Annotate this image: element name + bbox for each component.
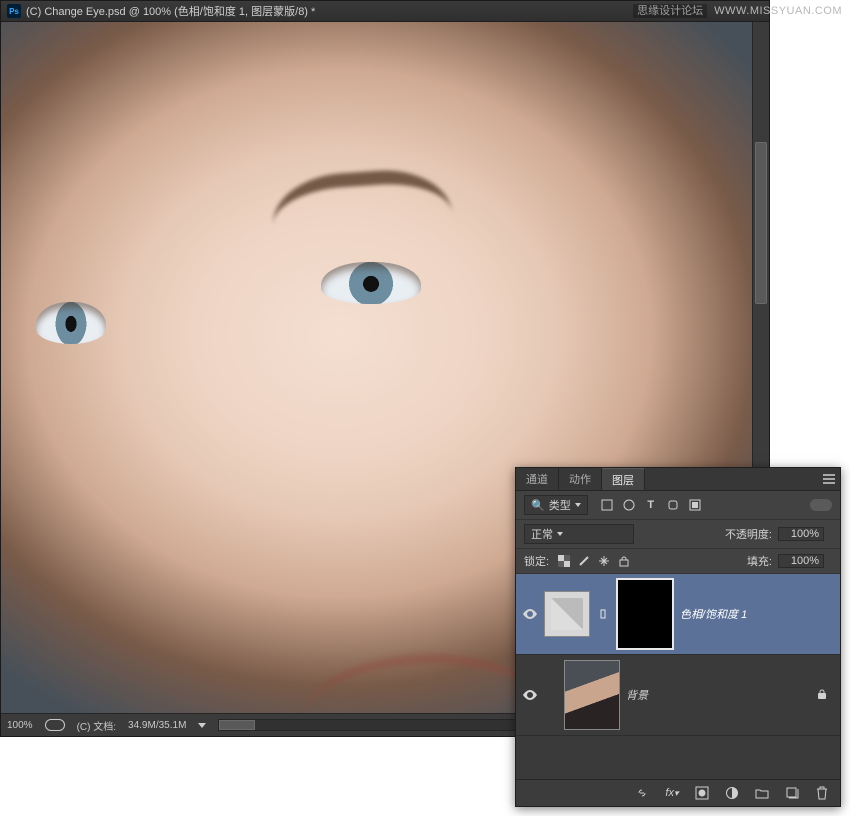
tab-layers[interactable]: 图层 xyxy=(602,468,645,490)
filter-smart-icon[interactable] xyxy=(688,498,702,512)
panel-menu-icon xyxy=(823,474,835,484)
chevron-down-icon xyxy=(557,532,563,536)
layer-row-hue-saturation[interactable]: 色相/饱和度 1 xyxy=(516,574,840,655)
visibility-toggle[interactable] xyxy=(522,687,538,703)
lock-all-icon[interactable] xyxy=(617,554,631,568)
visibility-toggle[interactable] xyxy=(522,606,538,622)
adjustment-thumb[interactable] xyxy=(544,591,590,637)
status-doc-sizes: 34.9M/35.1M xyxy=(128,720,186,731)
layer-filter-kind[interactable]: 🔍 类型 xyxy=(524,495,588,515)
tab-channels[interactable]: 通道 xyxy=(516,468,559,490)
new-group-button[interactable] xyxy=(754,785,770,801)
lock-icons xyxy=(557,554,631,568)
document-title: (C) Change Eye.psd @ 100% (色相/饱和度 1, 图层蒙… xyxy=(26,3,315,19)
lock-label: 锁定: xyxy=(524,553,549,569)
watermark-url: WWW.MISSYUAN.COM xyxy=(714,5,842,17)
eye-icon xyxy=(523,690,537,700)
layer-filter-kind-label: 类型 xyxy=(549,497,571,513)
lock-pixels-icon[interactable] xyxy=(577,554,591,568)
fill-field[interactable]: 100% xyxy=(778,554,824,568)
scrollbar-thumb[interactable] xyxy=(755,142,767,304)
link-icon[interactable] xyxy=(598,607,608,621)
watermark: 思缘设计论坛 WWW.MISSYUAN.COM xyxy=(633,2,842,18)
layer-thumb[interactable] xyxy=(564,660,620,730)
layer-name[interactable]: 色相/饱和度 1 xyxy=(680,606,834,622)
blend-row: 正常 不透明度: 100% xyxy=(516,520,840,549)
chevron-down-icon xyxy=(575,503,581,507)
lock-icon xyxy=(816,688,828,700)
lock-row: 锁定: 填充: 100% xyxy=(516,549,840,574)
new-layer-button[interactable] xyxy=(784,785,800,801)
opacity-field[interactable]: 100% xyxy=(778,527,824,541)
tab-actions[interactable]: 动作 xyxy=(559,468,602,490)
photo-detail xyxy=(270,166,453,226)
layer-list: 色相/饱和度 1 背景 xyxy=(516,574,840,779)
blend-mode-value: 正常 xyxy=(531,526,553,542)
opacity-value: 100% xyxy=(791,528,819,540)
blend-mode-dropdown[interactable]: 正常 xyxy=(524,524,634,544)
photo-detail xyxy=(321,262,421,304)
layer-mask-thumb[interactable] xyxy=(616,578,674,650)
layer-filter-row: 🔍 类型 T xyxy=(516,491,840,520)
layer-locked-indicator xyxy=(816,688,830,702)
scrollbar-thumb[interactable] xyxy=(219,720,255,730)
filter-pixel-icon[interactable] xyxy=(600,498,614,512)
filter-type-icon[interactable]: T xyxy=(644,498,658,512)
panel-tabs: 通道 动作 图层 xyxy=(516,468,840,491)
zoom-level[interactable]: 100% xyxy=(7,720,33,731)
eye-icon xyxy=(523,609,537,619)
filter-toggle[interactable] xyxy=(810,499,832,511)
opacity-label: 不透明度: xyxy=(725,526,772,542)
fill-label: 填充: xyxy=(747,553,772,569)
status-doc-label: (C) 文档: xyxy=(77,718,116,733)
panel-menu-button[interactable] xyxy=(818,468,840,490)
photo-detail xyxy=(36,302,106,344)
layer-row-background[interactable]: 背景 xyxy=(516,655,840,736)
fill-value: 100% xyxy=(791,555,819,567)
status-menu-caret-icon[interactable] xyxy=(198,723,206,728)
layers-footer: fx▾ xyxy=(516,779,840,806)
photoshop-icon: Ps xyxy=(7,4,21,18)
filter-adjustment-icon[interactable] xyxy=(622,498,636,512)
watermark-site: 思缘设计论坛 xyxy=(633,4,707,18)
search-icon: 🔍 xyxy=(531,499,545,512)
lock-transparency-icon[interactable] xyxy=(557,554,571,568)
add-mask-button[interactable] xyxy=(694,785,710,801)
link-layers-button[interactable] xyxy=(634,785,650,801)
zoom-icon[interactable] xyxy=(45,719,65,731)
new-adjustment-button[interactable] xyxy=(724,785,740,801)
layer-thumbs xyxy=(544,578,674,650)
delete-layer-button[interactable] xyxy=(814,785,830,801)
filter-shape-icon[interactable] xyxy=(666,498,680,512)
layer-name[interactable]: 背景 xyxy=(626,687,810,703)
layer-style-button[interactable]: fx▾ xyxy=(664,785,680,801)
layer-filter-icons: T xyxy=(600,498,702,512)
lock-position-icon[interactable] xyxy=(597,554,611,568)
layers-panel: 通道 动作 图层 🔍 类型 T 正常 不透明度: 100% xyxy=(515,467,841,807)
